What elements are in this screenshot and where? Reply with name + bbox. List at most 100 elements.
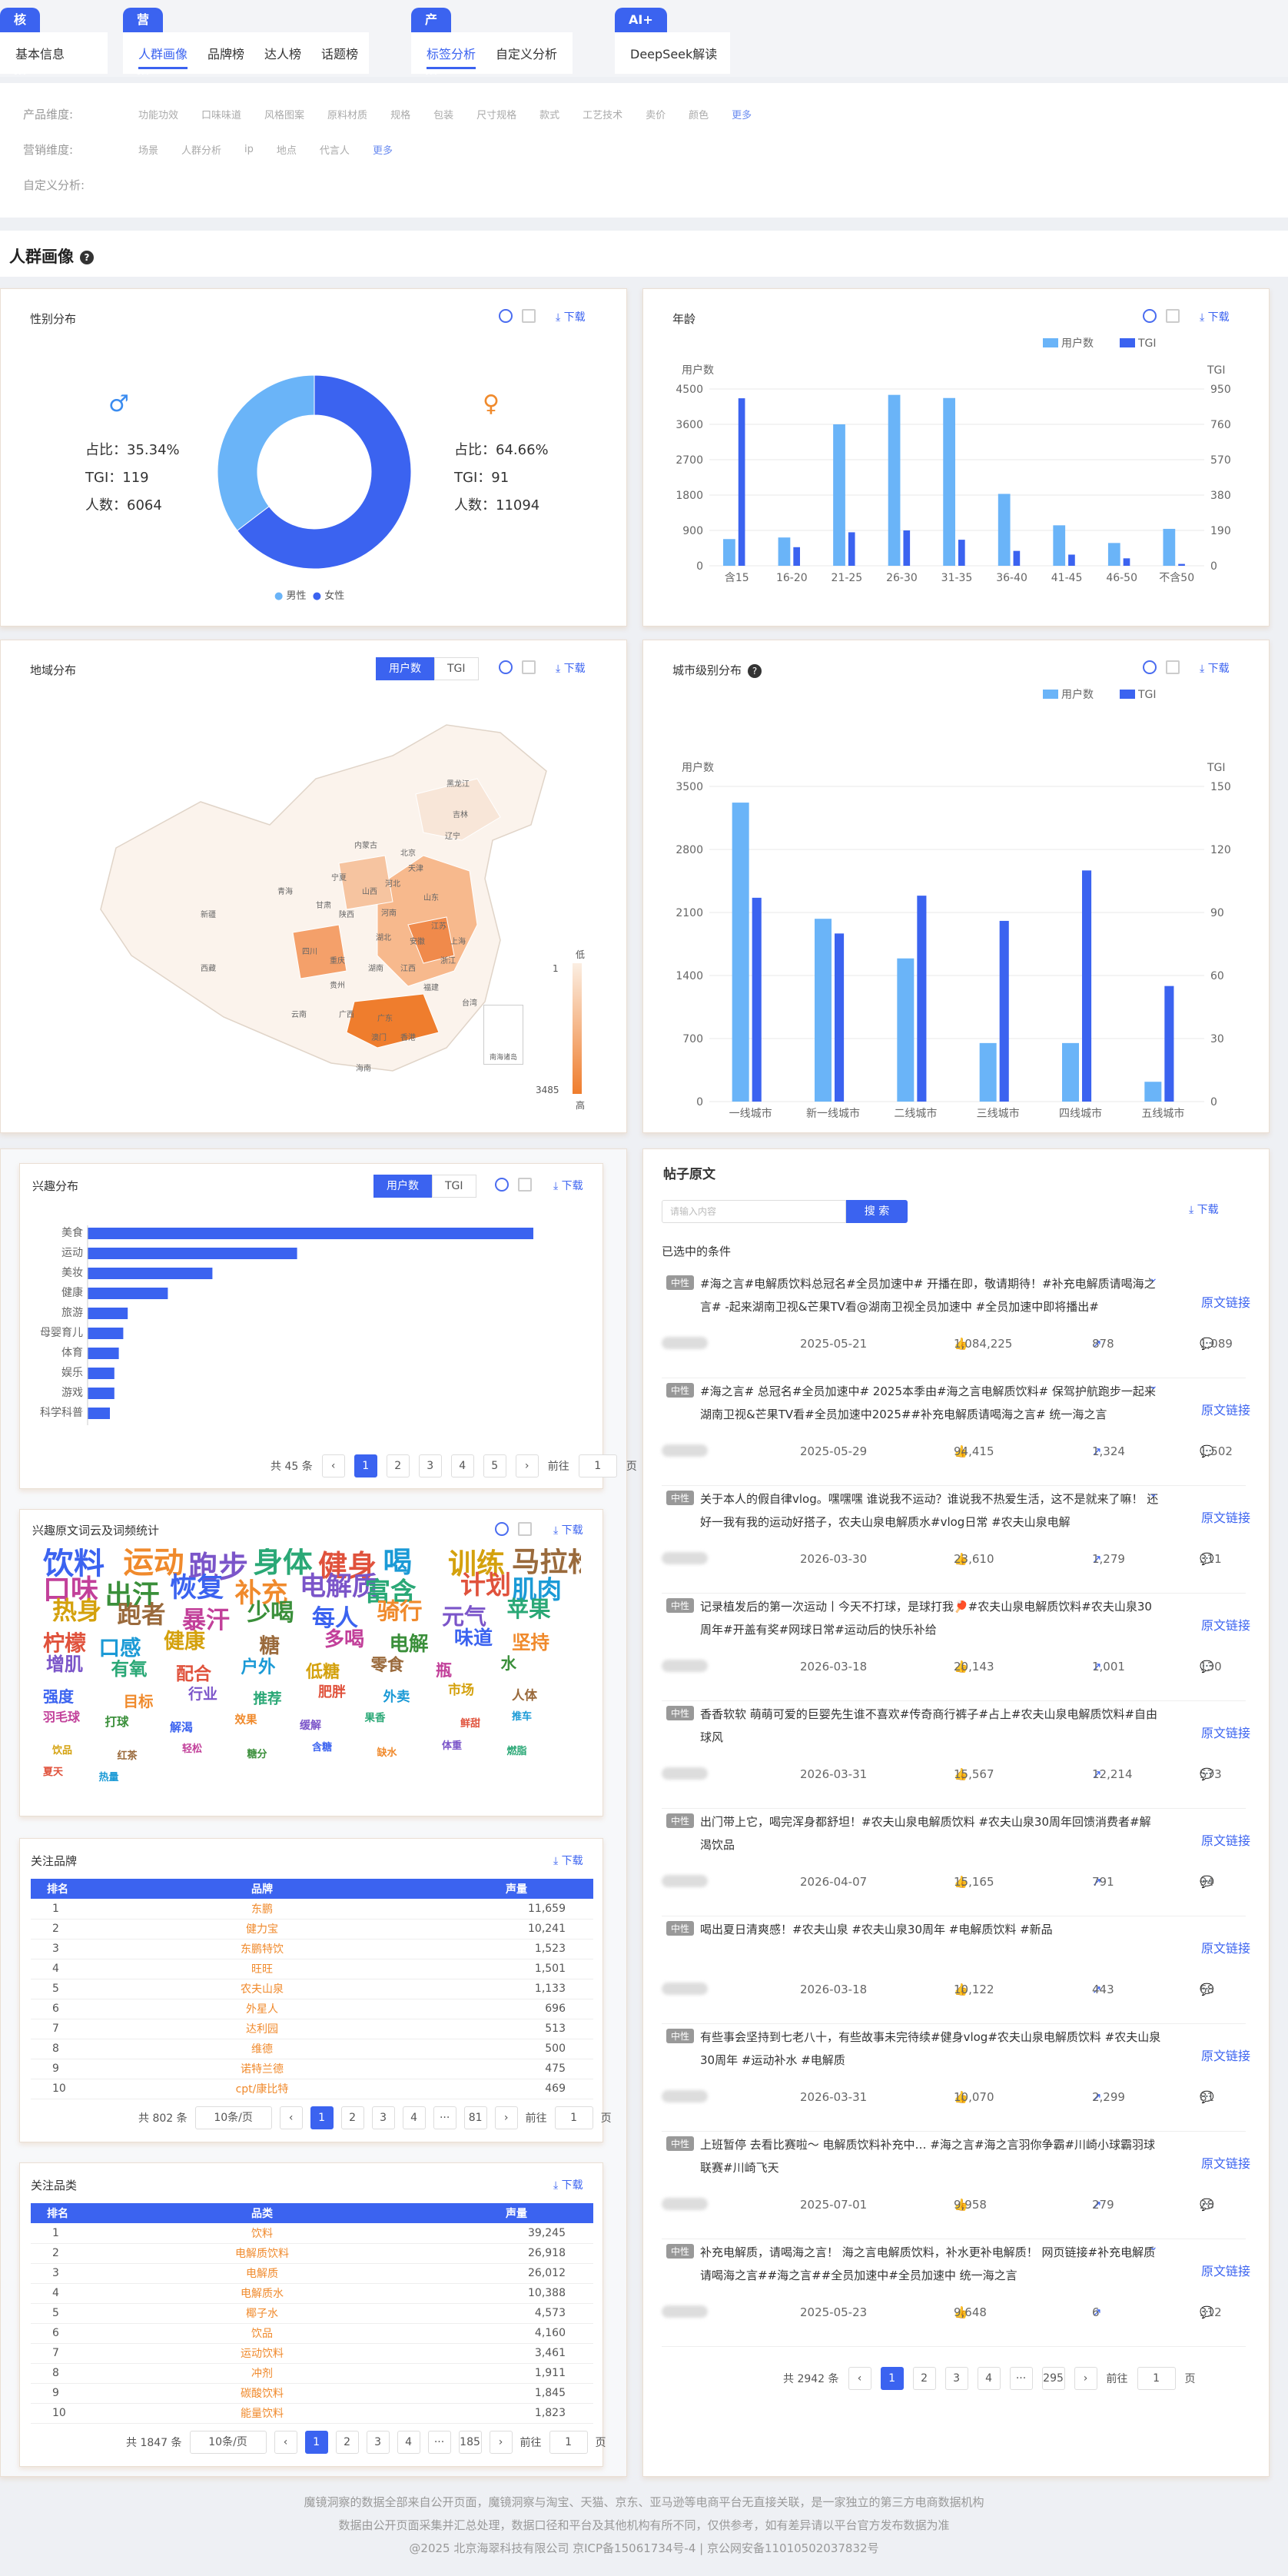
nav-item-topic-rank[interactable]: 话题榜 [321, 44, 358, 62]
page-jump-input[interactable]: 1 [549, 2431, 588, 2454]
cloud-word[interactable]: 缓解 [300, 1720, 321, 1731]
download-button[interactable]: ⤓ 下载 [553, 1522, 583, 1537]
cloud-word[interactable]: 跑者 [118, 1604, 166, 1628]
page-button[interactable]: 4 [977, 2367, 1001, 2390]
filter-option[interactable]: 尺寸规格 [476, 107, 516, 121]
map-color-scale[interactable] [573, 963, 582, 1094]
cloud-word[interactable]: 红茶 [118, 1751, 138, 1761]
original-link[interactable]: 原文链接 [1201, 1830, 1250, 1849]
next-page-button[interactable]: › [515, 1454, 539, 1477]
name-cell[interactable]: 电解质水 [85, 2283, 440, 2304]
filter-option[interactable]: 原料材质 [327, 107, 367, 121]
name-cell[interactable]: 饮品 [85, 2323, 440, 2344]
filter-option[interactable]: 场景 [138, 142, 158, 157]
page-button[interactable]: 4 [450, 1454, 474, 1477]
cloud-word[interactable]: 低糖 [306, 1664, 340, 1681]
expand-icon[interactable]: ⌄ [1149, 1487, 1158, 1500]
page-button[interactable]: 2 [386, 1454, 410, 1477]
cloud-word[interactable]: 目标 [124, 1694, 154, 1710]
cloud-word[interactable]: 户外 [241, 1659, 276, 1677]
name-cell[interactable]: 东鹏特饮 [85, 1939, 440, 1959]
page-button[interactable]: 3 [366, 2431, 390, 2454]
cloud-word[interactable]: 热量 [99, 1773, 119, 1783]
page-jump-input[interactable]: 1 [554, 2106, 593, 2129]
original-link[interactable]: 原文链接 [1201, 1723, 1250, 1741]
cloud-word[interactable]: 多喝 [324, 1630, 364, 1650]
cloud-word[interactable]: 糖分 [247, 1750, 267, 1760]
page-button[interactable]: 185 [458, 2431, 482, 2454]
cloud-word[interactable]: 缺水 [377, 1748, 397, 1758]
page-ellipsis[interactable]: ··· [1009, 2367, 1033, 2390]
cloud-word[interactable]: 喝 [383, 1548, 413, 1577]
download-button[interactable]: ⤓ 下载 [1200, 660, 1230, 676]
nav-item-basic-info[interactable]: 基本信息 [15, 44, 65, 62]
help-icon[interactable]: ? [748, 663, 762, 678]
download-button[interactable]: ⤓ 下载 [553, 1853, 583, 1868]
cloud-view-icon[interactable] [495, 1522, 509, 1536]
cloud-word[interactable]: 电解 [390, 1634, 429, 1655]
legend-female[interactable]: 女性 [324, 590, 344, 602]
pie-chart-icon[interactable] [499, 309, 513, 323]
cloud-word[interactable]: 水 [501, 1656, 517, 1672]
nav-item-kol-rank[interactable]: 达人榜 [264, 44, 301, 62]
table-view-icon[interactable] [518, 1522, 532, 1536]
filter-option[interactable]: 地点 [277, 142, 297, 157]
name-cell[interactable]: 饮料 [85, 2223, 440, 2244]
table-view-icon[interactable] [1166, 309, 1180, 323]
filter-option[interactable]: 人群分析 [181, 142, 221, 157]
nav-item-audience[interactable]: 人群画像 [138, 44, 188, 69]
page-size-select[interactable]: 10条/页 [189, 2431, 267, 2454]
cloud-word[interactable]: 效果 [235, 1715, 257, 1727]
cloud-word[interactable]: 肥胖 [318, 1686, 346, 1700]
original-link[interactable]: 原文链接 [1201, 2153, 1250, 2172]
filter-option[interactable]: 卖价 [646, 107, 666, 121]
page-button[interactable]: 1 [304, 2431, 328, 2454]
name-cell[interactable]: 运动饮料 [85, 2343, 440, 2364]
page-size-select[interactable]: 10条/页 [194, 2106, 272, 2129]
cloud-word[interactable]: 体重 [442, 1741, 462, 1751]
filter-option[interactable]: 功能功效 [138, 107, 178, 121]
prev-page-button[interactable]: ‹ [274, 2431, 297, 2454]
page-button[interactable]: 81 [463, 2106, 487, 2129]
name-cell[interactable]: 达利园 [85, 2019, 440, 2039]
cloud-word[interactable]: 羽毛球 [43, 1711, 80, 1723]
original-link[interactable]: 原文链接 [1201, 1507, 1250, 1526]
cloud-word[interactable]: 坚持 [512, 1633, 549, 1653]
nav-item-tag-analysis[interactable]: 标签分析 [427, 44, 476, 69]
filter-option[interactable]: 风格图案 [264, 107, 304, 121]
toggle-tgi[interactable]: TGI [434, 657, 479, 680]
nav-item-deepseek[interactable]: DeepSeek解读 [630, 44, 717, 62]
next-page-button[interactable]: › [1074, 2367, 1097, 2390]
filter-option[interactable]: 款式 [539, 107, 559, 121]
cloud-word[interactable]: 糖 [260, 1636, 281, 1657]
filter-option[interactable]: 规格 [390, 107, 410, 121]
download-button[interactable]: ⤓ 下载 [553, 2177, 583, 2192]
page-button[interactable]: 1 [880, 2367, 904, 2390]
cloud-word[interactable]: 打球 [105, 1716, 129, 1729]
name-cell[interactable]: cpt/康比特 [85, 2079, 440, 2099]
name-cell[interactable]: 外星人 [85, 1999, 440, 2019]
page-button[interactable]: 5 [483, 1454, 506, 1477]
cloud-word[interactable]: 含糖 [312, 1743, 332, 1753]
original-link[interactable]: 原文链接 [1201, 1938, 1250, 1956]
prev-page-button[interactable]: ‹ [848, 2367, 871, 2390]
download-button[interactable]: ⤓ 下载 [556, 309, 586, 324]
table-view-icon[interactable] [518, 1178, 532, 1192]
cloud-word[interactable]: 强度 [43, 1689, 74, 1704]
prev-page-button[interactable]: ‹ [279, 2106, 303, 2129]
page-button[interactable]: 2 [340, 2106, 364, 2129]
download-button[interactable]: ⤓ 下载 [556, 660, 586, 676]
bar-chart-icon[interactable] [1143, 309, 1157, 323]
help-icon[interactable]: ? [80, 251, 94, 264]
filter-option[interactable]: 包装 [433, 107, 453, 121]
page-jump-input[interactable]: 1 [578, 1454, 617, 1477]
original-link[interactable]: 原文链接 [1201, 1292, 1250, 1311]
next-page-button[interactable]: › [494, 2106, 518, 2129]
cloud-word[interactable]: 少喝 [247, 1602, 294, 1626]
name-cell[interactable]: 椰子水 [85, 2303, 440, 2324]
next-page-button[interactable]: › [489, 2431, 513, 2454]
cloud-word[interactable]: 燃脂 [507, 1747, 527, 1757]
cloud-word[interactable]: 果香 [365, 1713, 386, 1724]
cloud-word[interactable]: 计划 [460, 1572, 511, 1597]
page-button[interactable]: 2 [335, 2431, 359, 2454]
